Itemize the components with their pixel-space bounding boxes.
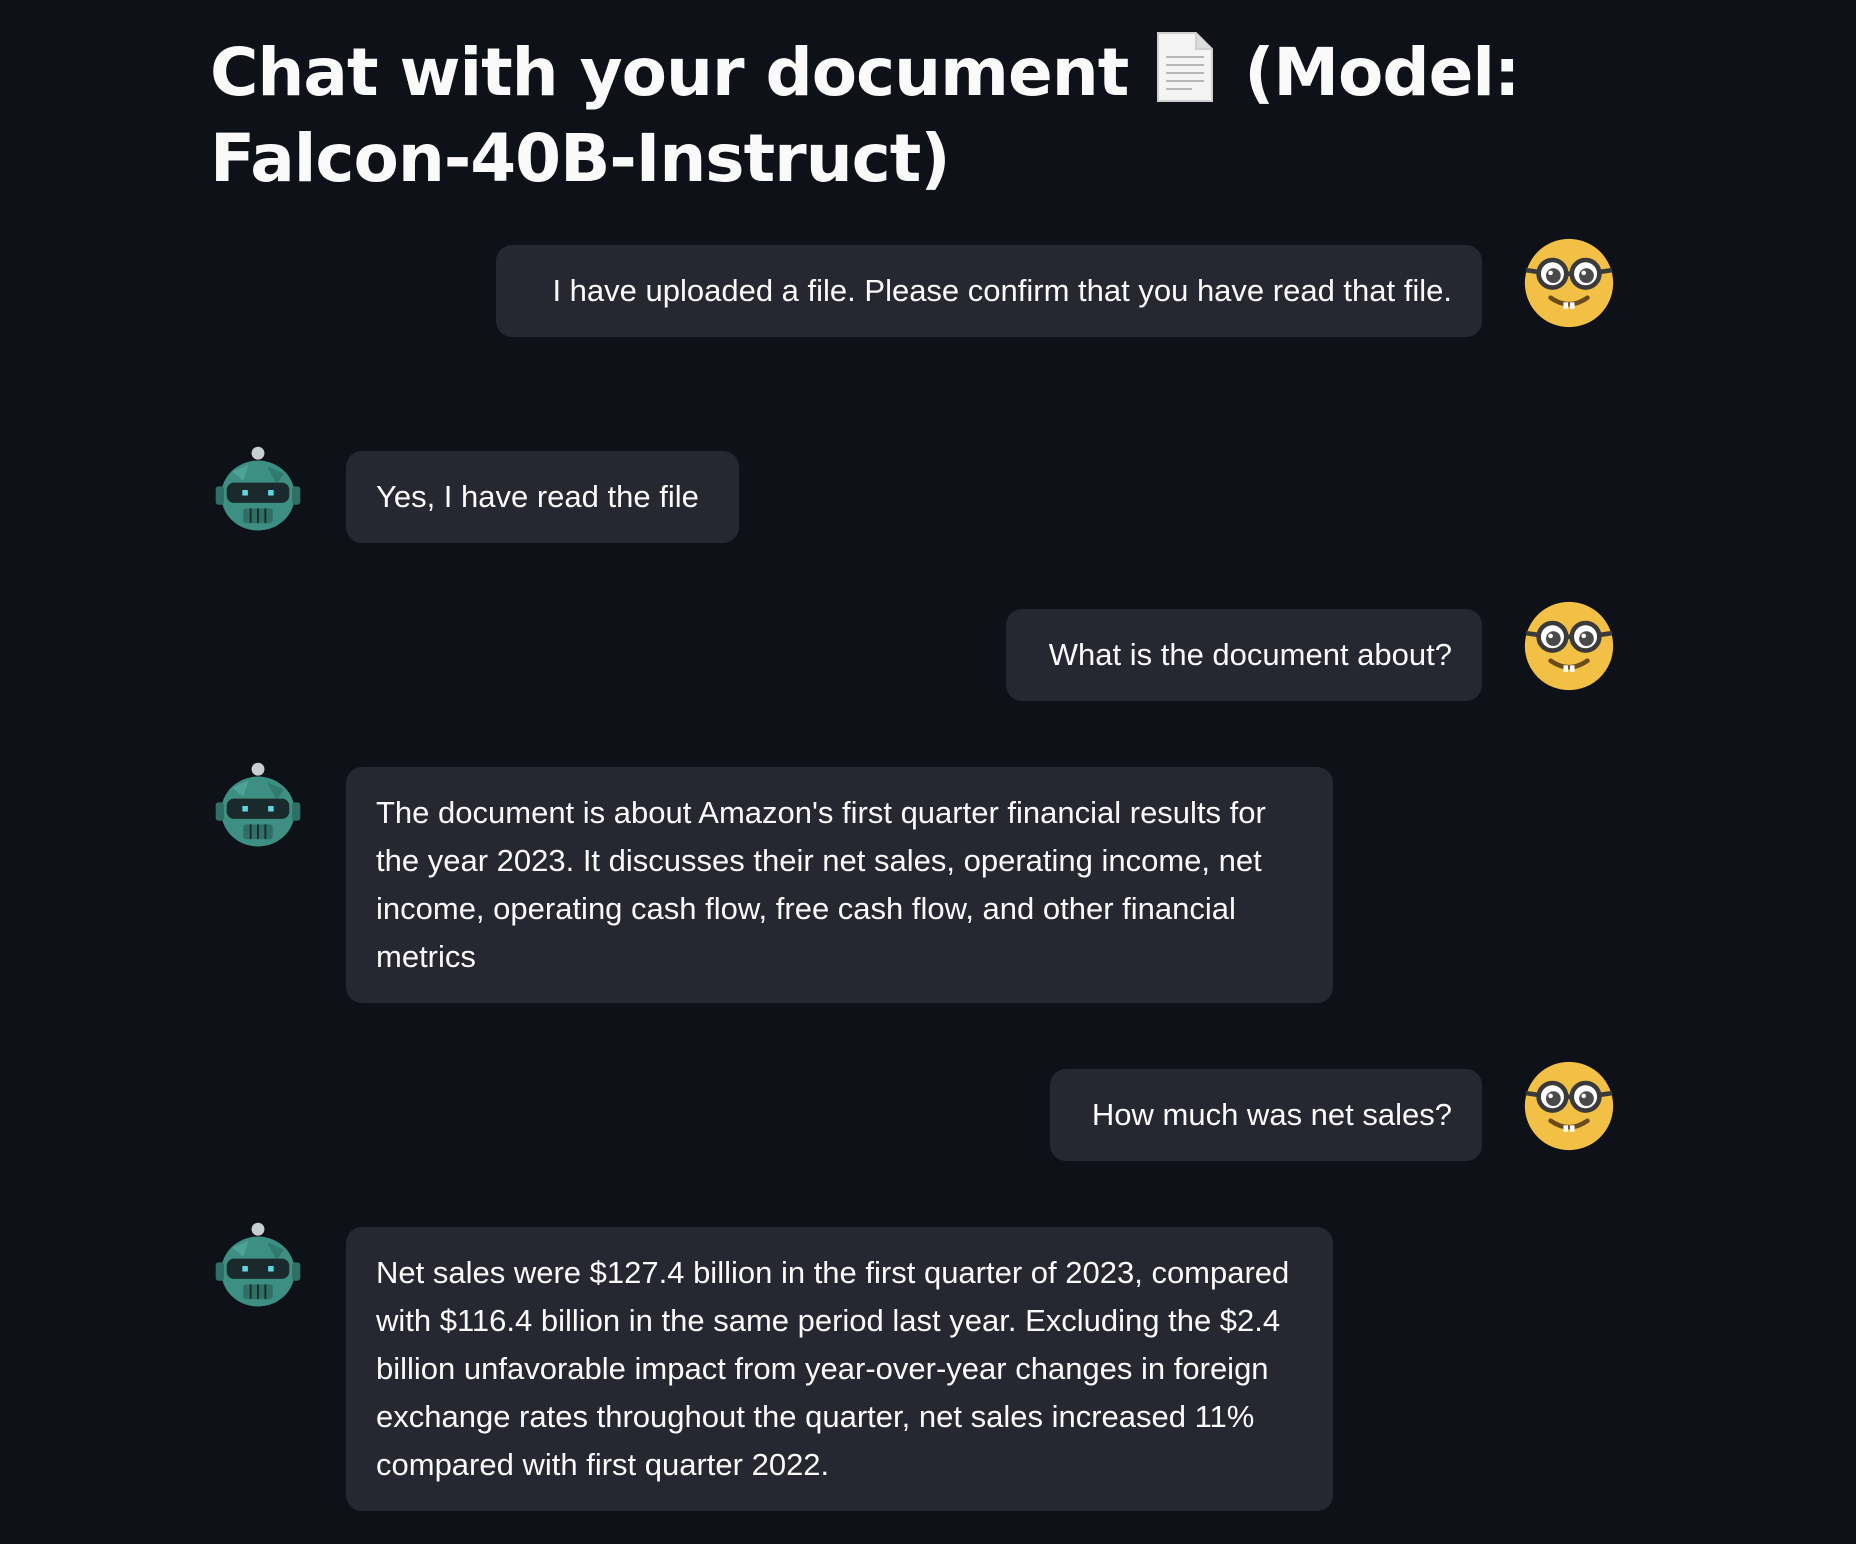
assistant-message: The document is about Amazon's first qua… (346, 767, 1333, 1003)
page-title-prefix: Chat with your document (210, 34, 1129, 111)
message-text: Net sales were $127.4 billion in the fir… (376, 1255, 1290, 1482)
user-message: How much was net sales? (1050, 1069, 1482, 1161)
message-text: The document is about Amazon's first qua… (376, 795, 1266, 974)
message-text: What is the document about? (1048, 637, 1452, 672)
assistant-message: Yes, I have read the file (346, 451, 739, 543)
message-text: How much was net sales? (1091, 1097, 1452, 1132)
assistant-message: Net sales were $127.4 billion in the fir… (346, 1227, 1333, 1511)
assistant-avatar-robot-icon (212, 444, 304, 536)
page-title: Chat with your document (Model: Falcon-4… (210, 30, 1630, 202)
user-message: I have uploaded a file. Please confirm t… (496, 245, 1482, 337)
assistant-avatar-robot-icon (212, 1220, 304, 1312)
document-icon (1154, 31, 1216, 103)
user-avatar-nerd-icon (1523, 600, 1615, 692)
user-avatar-nerd-icon (1523, 1060, 1615, 1152)
user-message: What is the document about? (1006, 609, 1482, 701)
message-text: Yes, I have read the file (376, 479, 699, 514)
assistant-avatar-robot-icon (212, 760, 304, 852)
message-text: I have uploaded a file. Please confirm t… (552, 273, 1452, 308)
user-avatar-nerd-icon (1523, 237, 1615, 329)
